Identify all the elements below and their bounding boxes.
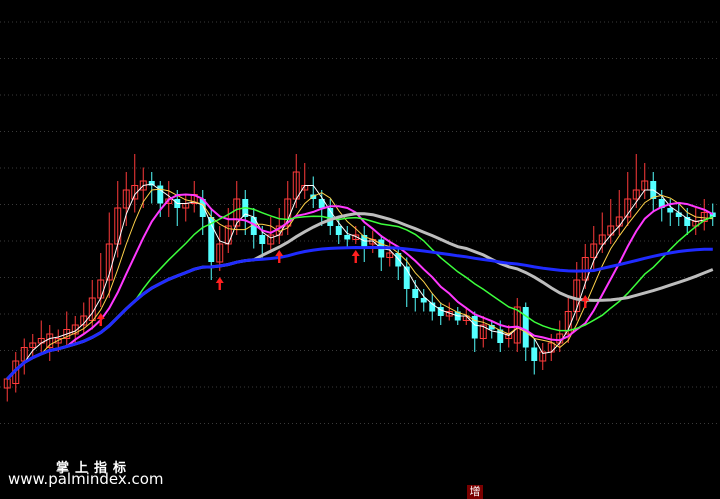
watermark-url: www.palmindex.com [8, 470, 164, 488]
buy-arrow-icon [351, 250, 360, 263]
candle-body [675, 212, 682, 217]
candle-body [522, 307, 529, 348]
candlestick-chart [0, 21, 720, 424]
candle-body [412, 289, 419, 298]
grid-lines [0, 21, 720, 424]
candle-body [667, 208, 674, 213]
ma70-line [6, 245, 713, 381]
candle-body [344, 235, 351, 240]
candle-body [531, 347, 538, 361]
bottom-badge: 增 [467, 485, 483, 499]
candle-body [335, 226, 342, 235]
buy-signals [96, 250, 590, 326]
buy-arrow-icon [215, 277, 224, 290]
candle-body [259, 235, 266, 244]
moving-average-lines [6, 183, 714, 381]
ma8-line [6, 193, 714, 380]
